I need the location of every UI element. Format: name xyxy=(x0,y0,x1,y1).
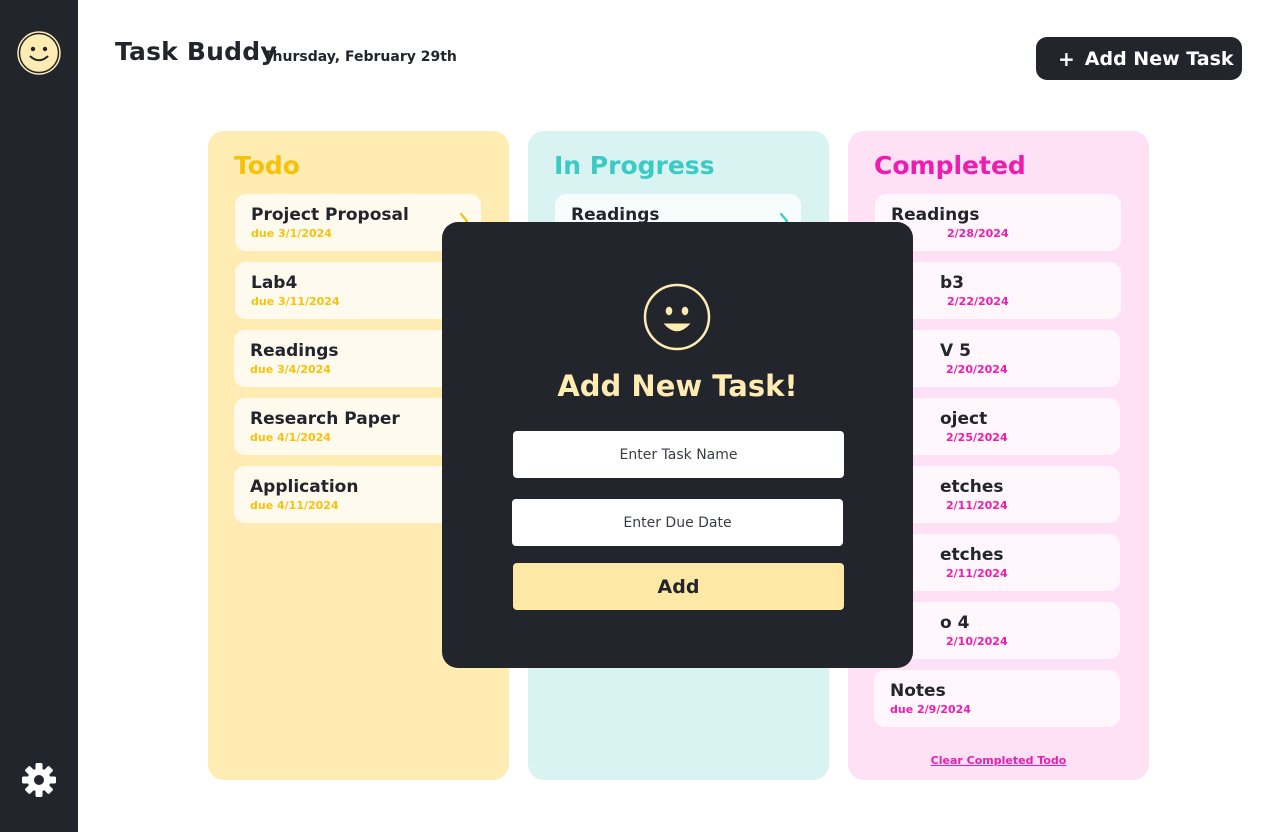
task-due-date: 2/28/2024 xyxy=(947,227,1009,240)
task-due-date: 2/10/2024 xyxy=(946,635,1008,648)
task-name: b3 xyxy=(940,273,964,293)
due-date-input[interactable] xyxy=(512,499,843,546)
task-name: Readings xyxy=(891,205,980,225)
task-name: etches xyxy=(940,477,1004,497)
task-name: Research Paper xyxy=(250,409,400,429)
task-due-date: 2/25/2024 xyxy=(946,431,1008,444)
task-due-date: due 3/11/2024 xyxy=(251,295,340,308)
modal-title: Add New Task! xyxy=(557,369,798,403)
task-due-date: 2/22/2024 xyxy=(947,295,1009,308)
task-due-date: due 4/1/2024 xyxy=(250,431,331,444)
task-name: V 5 xyxy=(940,341,971,361)
task-name: Notes xyxy=(890,681,946,701)
task-due-date: 2/11/2024 xyxy=(946,499,1008,512)
smiley-face-icon[interactable] xyxy=(15,29,63,77)
task-due-date: due 4/11/2024 xyxy=(250,499,339,512)
task-card[interactable]: Notes due 2/9/2024 xyxy=(874,670,1120,727)
sidebar xyxy=(0,0,78,832)
clear-completed-link[interactable]: Clear Completed Todo xyxy=(848,754,1149,767)
gear-icon[interactable] xyxy=(21,762,57,798)
task-name: o 4 xyxy=(940,613,970,633)
task-name: etches xyxy=(940,545,1004,565)
add-new-task-button[interactable]: + Add New Task xyxy=(1036,37,1242,80)
task-name: oject xyxy=(940,409,988,429)
task-due-date: 2/11/2024 xyxy=(946,567,1008,580)
smiley-face-icon xyxy=(643,283,711,351)
task-due-date: due 2/9/2024 xyxy=(890,703,971,716)
task-name: Project Proposal xyxy=(251,205,409,225)
task-name-input[interactable] xyxy=(513,431,844,478)
task-due-date: due 3/4/2024 xyxy=(250,363,331,376)
task-due-date: 2/20/2024 xyxy=(946,363,1008,376)
todo-column-title: Todo xyxy=(234,151,300,180)
completed-column-title: Completed xyxy=(874,151,1026,180)
in-progress-column-title: In Progress xyxy=(554,151,715,180)
task-name: Lab4 xyxy=(251,273,298,293)
app-title: Task Buddy xyxy=(115,37,277,66)
task-due-date: due 3/1/2024 xyxy=(251,227,332,240)
add-new-task-label: Add New Task xyxy=(1084,47,1234,70)
task-name: Readings xyxy=(250,341,339,361)
add-task-button[interactable]: Add xyxy=(513,563,844,610)
add-task-modal: Add New Task! Add xyxy=(442,222,913,668)
plus-icon: + xyxy=(1058,46,1075,71)
task-name: Application xyxy=(250,477,359,497)
current-date: Thursday, February 29th xyxy=(263,49,457,65)
